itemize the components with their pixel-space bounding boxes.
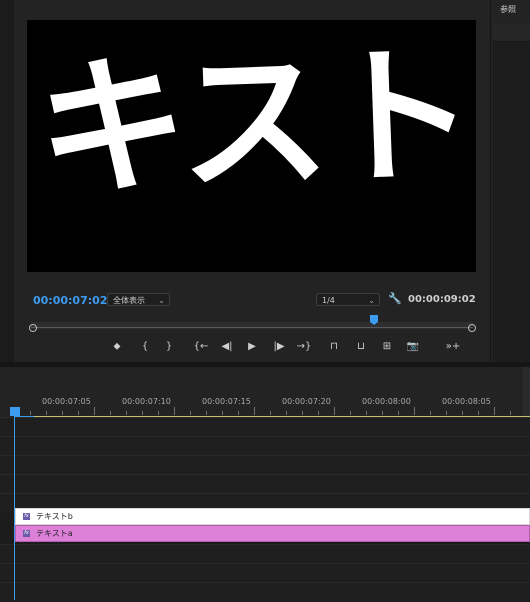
go-to-out-button[interactable]: →} [295, 339, 313, 355]
ruler-tick [254, 407, 255, 415]
total-duration-timecode: 00:00:09:02 [408, 294, 476, 305]
ruler-tick [62, 411, 63, 415]
ruler-tick [494, 407, 495, 415]
wrench-icon[interactable]: 🔧 [388, 292, 402, 305]
ruler-tick [46, 411, 47, 415]
track-row[interactable] [0, 474, 530, 494]
tab-reference[interactable]: 参照 [500, 4, 516, 15]
ruler-tick [142, 411, 143, 415]
go-to-in-button[interactable]: {← [192, 339, 210, 355]
monitor-left-edge [0, 0, 14, 362]
monitor-playhead[interactable] [370, 315, 378, 325]
timeline-playhead[interactable] [10, 407, 20, 416]
track-row[interactable] [0, 436, 530, 456]
clip-text-b[interactable]: fx テキストb [15, 508, 530, 525]
clip-label: テキストb [36, 512, 73, 521]
track-row[interactable] [0, 563, 530, 583]
ruler-tick [238, 411, 239, 415]
reference-panel-content [493, 23, 530, 362]
export-frame-button[interactable]: 📷 [404, 339, 422, 355]
ruler-tick [158, 411, 159, 415]
mark-out-button[interactable]: } [160, 339, 178, 355]
step-back-button[interactable]: ◀| [218, 339, 236, 355]
reference-panel-header [493, 23, 530, 42]
extract-button[interactable]: ⊔ [352, 339, 370, 355]
play-button[interactable]: ▶ [243, 339, 261, 355]
ruler-tick [350, 411, 351, 415]
track-row[interactable] [0, 455, 530, 475]
ruler-label: 00:00:07:10 [122, 397, 171, 406]
timeline-playhead-line[interactable] [14, 407, 15, 600]
ruler-label: 00:00:07:05 [42, 397, 91, 406]
scrub-start-handle[interactable] [29, 324, 37, 332]
button-editor-button[interactable]: »+ [444, 339, 462, 355]
ruler-tick [190, 411, 191, 415]
ruler-tick [398, 411, 399, 415]
ruler-tick [366, 411, 367, 415]
playback-resolution-select[interactable]: 1/4 ⌄ [316, 293, 380, 306]
chevron-down-icon: ⌄ [158, 296, 165, 305]
lift-button[interactable]: ⊓ [325, 339, 343, 355]
chevron-down-icon: ⌄ [368, 296, 375, 305]
ruler-scrollbar[interactable] [523, 367, 530, 417]
track-row[interactable] [0, 417, 530, 437]
ruler-tick [302, 411, 303, 415]
playhead-cap [14, 416, 34, 417]
ruler-label: 00:00:08:05 [442, 397, 491, 406]
fx-badge-icon: fx [23, 513, 30, 520]
track-row[interactable] [0, 544, 530, 564]
add-marker-button[interactable]: ⬥ [108, 339, 126, 355]
ruler-tick [206, 411, 207, 415]
step-forward-button[interactable]: |▶ [270, 339, 288, 355]
ruler-label: 00:00:07:15 [202, 397, 251, 406]
ruler-tick [462, 411, 463, 415]
time-ruler[interactable] [0, 367, 530, 417]
ruler-tick [286, 411, 287, 415]
ruler-tick [414, 407, 415, 415]
ruler-tick [78, 411, 79, 415]
ruler-tick [446, 411, 447, 415]
playback-resolution-value: 1/4 [322, 296, 335, 305]
ruler-tick [318, 411, 319, 415]
preview-title-text: キスト [34, 28, 474, 218]
mark-in-button[interactable]: { [136, 339, 154, 355]
track-row[interactable] [0, 582, 530, 602]
work-area-bar[interactable] [14, 416, 530, 417]
scrub-end-handle[interactable] [468, 324, 476, 332]
ruler-tick [222, 411, 223, 415]
ruler-tick [174, 407, 175, 415]
ruler-tick [334, 407, 335, 415]
clip-label: テキストa [36, 529, 73, 538]
clip-text-a[interactable]: fx テキストa [15, 525, 530, 542]
ruler-tick [110, 411, 111, 415]
ruler-tick [430, 411, 431, 415]
ruler-tick [478, 411, 479, 415]
compare-button[interactable]: ⊞ [378, 339, 396, 355]
ruler-tick [510, 411, 511, 415]
ruler-tick [270, 411, 271, 415]
scrub-line [31, 327, 473, 328]
current-timecode[interactable]: 00:00:07:02 [33, 294, 107, 307]
ruler-tick [94, 407, 95, 415]
zoom-level-select[interactable]: 全体表示 ⌄ [107, 293, 170, 306]
ruler-label: 00:00:07:20 [282, 397, 331, 406]
ruler-tick [382, 411, 383, 415]
zoom-level-value: 全体表示 [113, 296, 145, 305]
ruler-tick [30, 411, 31, 415]
ruler-tick [126, 411, 127, 415]
video-preview[interactable]: キスト [27, 20, 476, 272]
ruler-label: 00:00:08:00 [362, 397, 411, 406]
fx-badge-icon: fx [23, 530, 30, 537]
